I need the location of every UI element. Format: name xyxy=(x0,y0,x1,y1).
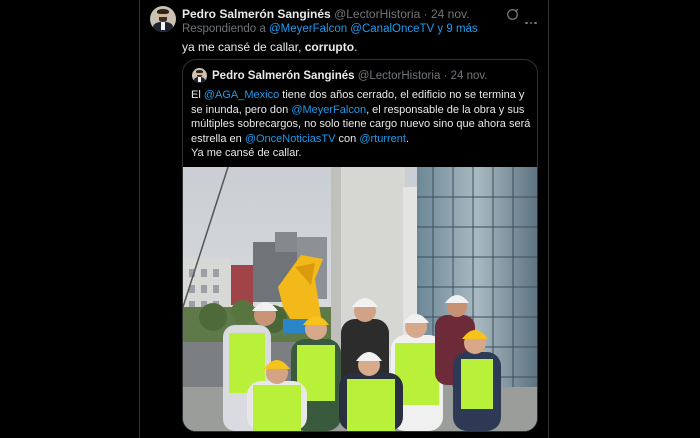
photo-illustration xyxy=(183,167,537,431)
quoted-author-handle: @LectorHistoria xyxy=(357,70,441,82)
more-icon[interactable] xyxy=(525,11,539,29)
separator: · xyxy=(423,7,428,21)
replying-to-users[interactable]: @MeyerFalcon @CanalOnceTV y 9 más xyxy=(269,23,478,35)
quoted-text-part: El xyxy=(191,89,204,101)
tweet-header: Pedro Salmerón Sanginés @LectorHistoria … xyxy=(182,7,469,21)
author-handle[interactable]: @LectorHistoria xyxy=(334,7,420,21)
quoted-author-name: Pedro Salmerón Sanginés xyxy=(212,70,355,82)
quoted-text-part: con xyxy=(335,132,360,145)
replying-prefix: Respondiendo a xyxy=(182,23,266,35)
grok-icon[interactable] xyxy=(506,8,519,21)
tweet-date[interactable]: 24 nov. xyxy=(431,7,469,21)
mention-rturrent[interactable]: @rturrent xyxy=(359,133,406,145)
quoted-text-part: . xyxy=(405,132,409,145)
replying-to-line: Respondiendo a @MeyerFalcon @CanalOnceTV… xyxy=(182,23,478,35)
tweet-text: ya me cansé de callar, corrupto. xyxy=(182,40,357,54)
group-photo[interactable] xyxy=(183,167,537,431)
quoted-text: El @AGA_Mexico tiene dos años cerrado, e… xyxy=(191,88,531,161)
tweet-text-plain: ya me cansé de callar, xyxy=(182,40,305,54)
quoted-header: Pedro Salmerón Sanginés @LectorHistoria … xyxy=(212,70,487,82)
quoted-author-avatar xyxy=(192,68,207,83)
tweet-text-end: . xyxy=(354,40,358,54)
tweet-actions xyxy=(506,6,519,24)
quoted-tweet[interactable]: Pedro Salmerón Sanginés @LectorHistoria … xyxy=(182,59,538,432)
quoted-text-last-line: Ya me cansé de callar. xyxy=(191,147,302,159)
author-name[interactable]: Pedro Salmerón Sanginés xyxy=(182,7,331,21)
mention-meyerfalcon[interactable]: @MeyerFalcon xyxy=(291,104,366,116)
tweet-text-bold: corrupto xyxy=(304,40,355,54)
quoted-date: 24 nov. xyxy=(450,70,488,82)
mention-oncenoticiastv[interactable]: @OnceNoticiasTV xyxy=(245,133,336,145)
quoted-separator: · xyxy=(443,70,448,82)
mention-aga[interactable]: @AGA_Mexico xyxy=(204,89,279,101)
author-avatar[interactable] xyxy=(150,6,176,32)
